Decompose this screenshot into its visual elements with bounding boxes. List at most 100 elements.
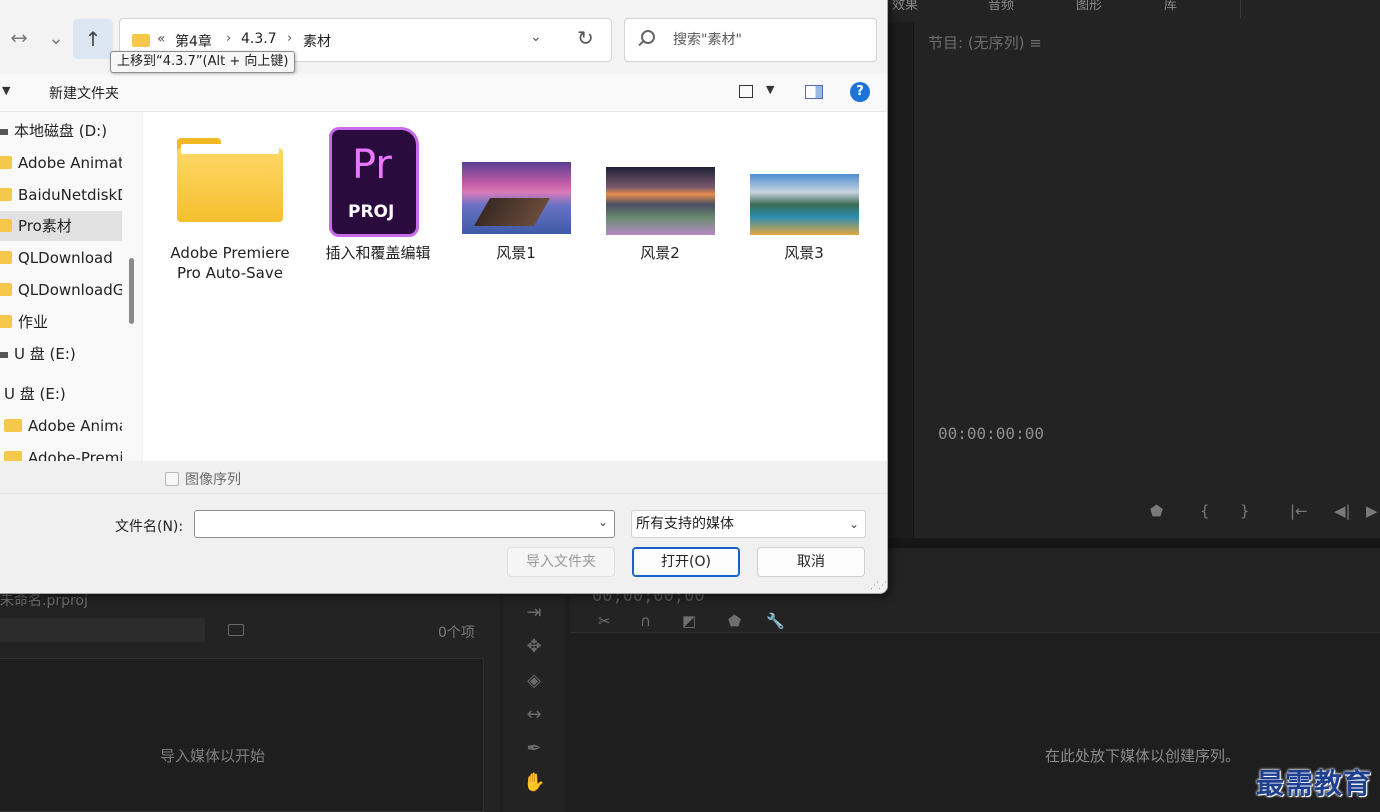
file-item-prproj[interactable]: Pr PROJ 插入和覆盖编辑 — [318, 112, 438, 272]
slip-tool-icon[interactable]: ↔ — [523, 704, 545, 726]
linked-selection-icon[interactable]: ∩ — [640, 612, 651, 630]
mark-in-icon[interactable]: { — [1200, 502, 1210, 520]
breadcrumb-material[interactable]: 素材 — [303, 31, 331, 51]
program-timecode[interactable]: 00:00:00:00 — [938, 424, 1044, 443]
step-back-icon[interactable]: ◀| — [1334, 502, 1351, 520]
program-monitor-title[interactable]: 节目: (无序列) ≡ — [928, 32, 1042, 53]
sidebar-item-label: Adobe Animate — [18, 154, 122, 172]
file-name-combobox[interactable]: ⌄ — [194, 510, 615, 538]
sidebar-item-qldownloadgame[interactable]: QLDownloadGame — [0, 275, 122, 305]
folder-icon — [0, 315, 12, 328]
ripple-edit-tool-icon[interactable]: ✥ — [523, 636, 545, 658]
view-caret-icon[interactable]: ▼ — [766, 83, 774, 96]
go-to-in-icon[interactable]: |← — [1290, 502, 1308, 520]
refresh-icon[interactable]: ↻ — [577, 26, 594, 50]
panel-divider[interactable] — [888, 538, 1380, 548]
timeline-marker-icon[interactable]: ⬟ — [728, 612, 741, 630]
project-drop-area[interactable]: 导入媒体以开始 — [0, 658, 484, 812]
file-name-label: 文件名(N): — [115, 519, 184, 535]
sidebar-item-label: Pro素材 — [18, 217, 72, 235]
mark-out-icon[interactable]: } — [1240, 502, 1250, 520]
project-panel: 未命名.prproj 0个项 导入媒体以开始 — [0, 593, 500, 812]
up-arrow-button[interactable]: ↑ — [73, 19, 113, 59]
program-monitor: 节目: (无序列) ≡ 00:00:00:00 ⬟ { } |← ◀| ▶ — [913, 22, 1380, 538]
drive-icon — [0, 129, 8, 135]
folder-icon — [4, 419, 22, 432]
proj-logo-text: PROJ — [348, 202, 395, 222]
preview-pane-icon[interactable] — [805, 85, 823, 99]
folder-icon — [132, 34, 150, 47]
file-type-select[interactable]: 所有支持的媒体 ⌄ — [631, 510, 866, 538]
sidebar-item-usb-adobe-animate[interactable]: Adobe Animate — [0, 411, 122, 441]
file-item-autosave-folder[interactable]: Adobe Premiere Pro Auto-Save — [143, 112, 318, 312]
up-button-tooltip: 上移到“4.3.7”(Alt + 向上键) — [110, 51, 296, 73]
footer-divider — [0, 493, 887, 494]
breadcrumb-separator-icon[interactable]: › — [226, 31, 231, 46]
track-select-tool-icon[interactable]: ⇥ — [523, 602, 545, 624]
chevron-down-icon[interactable]: ⌄ — [598, 515, 608, 529]
breadcrumb-4-3-7[interactable]: 4.3.7 — [241, 31, 277, 47]
panel-tab-audio[interactable]: 音频 — [988, 0, 1014, 13]
sidebar-item-usb-adobe-premiere[interactable]: Adobe-Premiere — [0, 443, 122, 461]
wrench-icon[interactable]: 🔧 — [766, 612, 785, 630]
folder-icon — [0, 188, 12, 201]
sidebar-item-usb-e[interactable]: U 盘 (E:) — [0, 339, 122, 369]
tabbar-separator — [1240, 0, 1241, 18]
pen-tool-icon[interactable]: ✒ — [523, 738, 545, 760]
project-search-input[interactable] — [0, 618, 205, 642]
play-icon[interactable]: ▶ — [1366, 502, 1378, 520]
panel-tab-library[interactable]: 库 — [1164, 0, 1177, 13]
file-item-landscape-1[interactable]: 风景1 — [461, 162, 571, 272]
recent-locations-icon[interactable]: ⌄ — [38, 20, 74, 58]
navigation-pane: 本地磁盘 (D:) Adobe Animate BaiduNetdiskDown… — [0, 112, 142, 461]
open-button[interactable]: 打开(O) — [632, 547, 740, 577]
new-bin-icon[interactable] — [228, 624, 244, 636]
drive-icon — [0, 352, 8, 358]
breadcrumb-chapter4[interactable]: 第4章 — [175, 31, 212, 51]
search-box[interactable] — [624, 18, 877, 62]
sidebar-item-label: Adobe-Premiere — [28, 449, 122, 461]
import-folder-button[interactable]: 导入文件夹 — [507, 547, 615, 577]
panel-tab-graphics[interactable]: 图形 — [1076, 0, 1102, 13]
sidebar-item-label: 本地磁盘 (D:) — [14, 122, 108, 140]
file-item-landscape-2[interactable]: 风景2 — [605, 162, 715, 272]
file-item-label: 风景3 — [784, 244, 824, 262]
folder-icon — [0, 251, 12, 264]
dialog-footer: 图像序列 文件名(N): ⌄ 所有支持的媒体 ⌄ 导入文件夹 打开(O) 取消 … — [0, 461, 887, 593]
tools-panel: ⇥ ✥ ◈ ↔ ✒ ✋ — [503, 594, 565, 812]
sidebar-item-baidunetdisk[interactable]: BaiduNetdiskDownload — [0, 180, 122, 210]
view-mode-icon[interactable] — [739, 85, 753, 98]
new-folder-button[interactable]: 新建文件夹 — [49, 83, 119, 103]
sidebar-item-adobe-animate[interactable]: Adobe Animate — [0, 148, 122, 178]
breadcrumb-separator-icon[interactable]: › — [287, 31, 292, 46]
sidebar-item-label: QLDownloadGame — [18, 281, 122, 299]
sidebar-item-pro-material[interactable]: Pro素材 — [0, 211, 122, 241]
checkbox-box[interactable] — [165, 472, 179, 486]
snap-icon[interactable]: ✂ — [598, 612, 611, 630]
razor-tool-icon[interactable]: ◈ — [523, 670, 545, 692]
sidebar-item-usb-e-root[interactable]: U 盘 (E:) — [0, 379, 122, 409]
breadcrumb-overflow[interactable]: « — [157, 31, 166, 47]
sidebar-item-qldownload[interactable]: QLDownload — [0, 243, 122, 273]
sidebar-item-label: U 盘 (E:) — [4, 385, 66, 403]
sidebar-scroll-thumb[interactable] — [129, 258, 134, 324]
cancel-button[interactable]: 取消 — [757, 547, 865, 577]
forward-arrow-icon[interactable]: → — [2, 20, 38, 58]
file-item-label: Adobe Premiere Pro Auto-Save — [170, 244, 290, 282]
resize-grip-icon[interactable]: ⋰⋰ — [870, 581, 887, 591]
insert-nest-icon[interactable]: ◩ — [682, 612, 696, 630]
file-item-landscape-3[interactable]: 风景3 — [749, 162, 859, 272]
add-marker-icon[interactable]: ⬟ — [1150, 502, 1163, 520]
sidebar-item-drive-d[interactable]: 本地磁盘 (D:) — [0, 116, 122, 146]
hand-tool-icon[interactable]: ✋ — [523, 772, 545, 794]
file-name-input[interactable] — [201, 515, 591, 533]
panel-tab-effects[interactable]: 效果 — [892, 0, 918, 13]
organize-caret-icon[interactable]: ▼ — [2, 84, 10, 97]
project-empty-hint: 导入媒体以开始 — [160, 747, 266, 765]
search-input[interactable] — [673, 29, 868, 51]
sidebar-item-homework[interactable]: 作业 — [0, 307, 122, 337]
image-sequence-label: 图像序列 — [185, 472, 241, 488]
image-sequence-checkbox[interactable]: 图像序列 — [165, 469, 241, 489]
help-icon[interactable]: ? — [850, 82, 870, 102]
chevron-down-icon[interactable]: ⌄ — [530, 29, 542, 45]
